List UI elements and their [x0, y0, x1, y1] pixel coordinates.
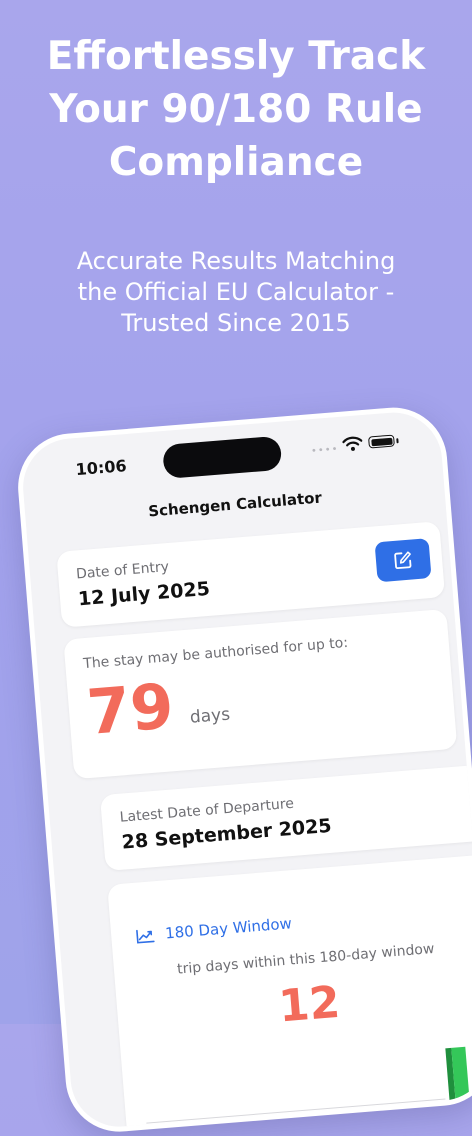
headline-line-3: Compliance — [108, 140, 364, 185]
departure-date-card: Latest Date of Departure 28 September 20… — [99, 764, 472, 872]
nav-title: Schengen Calculator — [147, 488, 323, 521]
marketing-subheadline: Accurate Results Matching the Official E… — [0, 246, 472, 339]
chart-axis-line — [146, 1098, 446, 1124]
battery-cap — [396, 438, 399, 444]
signal-dots-icon: •••• — [310, 444, 340, 458]
status-time: 10:06 — [74, 456, 128, 480]
chart-line-icon — [136, 929, 155, 944]
phone-screen: 10:06 •••• Schengen Calculator Date of E… — [14, 403, 472, 1136]
wifi-icon — [342, 436, 363, 451]
stay-allowance-label: The stay may be authorised for up to: — [82, 634, 349, 673]
headline-line-1: Effortlessly Track — [46, 34, 426, 79]
dynamic-island — [162, 435, 283, 480]
day-window-card: 180 Day Window trip days within this 180… — [107, 854, 472, 1136]
subheadline-line-1: Accurate Results Matching — [76, 247, 396, 275]
entry-date-value: 12 July 2025 — [77, 577, 211, 611]
entry-date-card[interactable]: Date of Entry 12 July 2025 — [56, 521, 446, 628]
subheadline-line-2: the Official EU Calculator - — [77, 278, 395, 306]
entry-date-label: Date of Entry — [75, 559, 170, 583]
marketing-headline: Effortlessly Track Your 90/180 Rule Comp… — [0, 30, 472, 189]
edit-icon — [394, 551, 412, 570]
day-window-header: 180 Day Window — [135, 914, 292, 947]
battery-level — [370, 437, 393, 446]
subheadline-line-3: Trusted Since 2015 — [121, 309, 351, 337]
stay-days-unit: days — [189, 704, 231, 728]
status-indicators: •••• — [310, 430, 421, 459]
headline-line-2: Your 90/180 Rule — [49, 87, 423, 132]
edit-entry-button[interactable] — [374, 538, 432, 583]
stay-allowance-card: The stay may be authorised for up to: 79… — [63, 608, 458, 780]
day-window-title: 180 Day Window — [164, 914, 293, 943]
stay-days-number: 79 — [84, 669, 177, 749]
battery-icon — [368, 434, 395, 449]
chart-bar — [451, 1046, 472, 1128]
phone-mockup: 10:06 •••• Schengen Calculator Date of E… — [14, 403, 472, 1136]
